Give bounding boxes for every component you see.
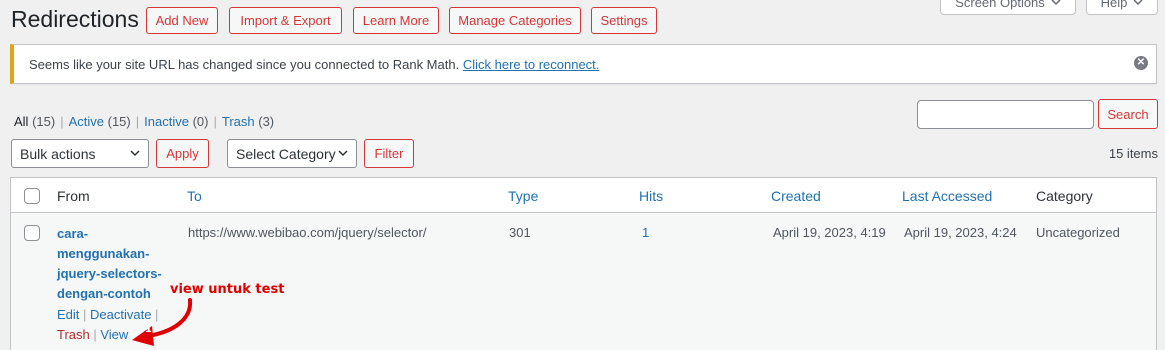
view-trash[interactable]: Trash (3) [222,114,274,129]
chevron-down-icon [1133,0,1143,6]
trash-link[interactable]: Trash [57,327,90,342]
notice-text: Seems like your site URL has changed sin… [29,57,599,72]
edit-link[interactable]: Edit [57,307,79,322]
search-button[interactable]: Search [1098,99,1158,129]
help-tab[interactable]: Help [1086,0,1158,15]
annotation-text: view untuk test [170,282,285,297]
redirect-source-link[interactable]: cara-menggunakan-jquery-selectors-dengan… [57,224,167,304]
bulk-actions-select[interactable]: Bulk actions [11,139,149,168]
apply-button[interactable]: Apply [156,139,209,168]
items-count: 15 items [1108,146,1158,161]
chevron-down-icon [130,150,140,157]
filter-button[interactable]: Filter [364,139,414,168]
created-date: April 19, 2023, 4:19 [773,225,886,240]
row-checkbox[interactable] [24,225,40,241]
redirect-type: 301 [509,225,531,240]
category-value: Uncategorized [1036,225,1120,240]
manage-categories-button[interactable]: Manage Categories [449,7,581,34]
settings-button[interactable]: Settings [591,7,657,34]
category-value: Select Category [236,145,336,162]
learn-more-button[interactable]: Learn More [353,7,439,34]
url-change-notice: Seems like your site URL has changed sin… [10,44,1157,84]
screen-options-tab[interactable]: Screen Options [940,0,1076,15]
column-type[interactable]: Type [508,188,538,204]
help-label: Help [1100,0,1128,10]
column-to[interactable]: To [187,188,202,204]
table-header: From To Type Hits Created Last Accessed … [11,178,1156,213]
status-filter-links: All (15) | Active (15) | Inactive (0) | Trash … [14,114,275,129]
view-inactive[interactable]: Inactive (0) [144,114,208,129]
screen-options-label: Screen Options [955,0,1045,10]
chevron-down-icon [1051,0,1061,6]
redirect-destination: https://www.webibao.com/jquery/selector/ [188,225,427,240]
column-hits[interactable]: Hits [639,188,663,204]
last-accessed-date: April 19, 2023, 4:24 [904,225,1017,240]
bulk-actions-value: Bulk actions [20,145,96,162]
notice-message: Seems like your site URL has changed sin… [29,57,460,72]
annotation-marker: 1 [145,324,152,335]
annotation-arrow-icon: 1 [132,298,193,346]
hits-count[interactable]: 1 [642,225,649,240]
chevron-down-icon [338,150,348,157]
search-input[interactable] [917,100,1094,129]
category-select[interactable]: Select Category [227,139,357,168]
column-created[interactable]: Created [771,188,821,204]
select-all-checkbox[interactable] [24,188,40,204]
reconnect-link[interactable]: Click here to reconnect. [463,57,600,72]
view-link[interactable]: View [100,327,128,342]
column-category: Category [1036,188,1093,204]
add-new-button[interactable]: Add New [146,7,218,34]
column-last-accessed[interactable]: Last Accessed [902,188,992,204]
dismiss-icon[interactable]: ✕ [1134,56,1148,70]
view-active[interactable]: Active (15) [69,114,131,129]
page-title: Redirections [11,6,139,32]
view-all[interactable]: All (15) [14,114,55,129]
import-export-button[interactable]: Import & Export [229,7,342,34]
column-from: From [57,188,90,204]
